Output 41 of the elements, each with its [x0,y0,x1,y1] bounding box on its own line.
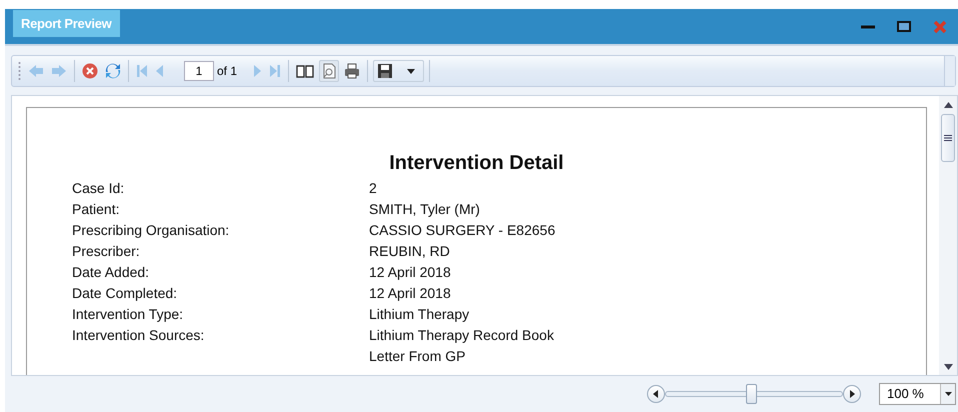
zoom-out-button[interactable] [647,385,665,403]
field-label: Date Completed: [72,284,178,303]
page-count: of 1 [217,64,238,78]
grip-icon [18,62,21,80]
slider-thumb[interactable] [746,384,758,404]
field-label: Prescriber: [72,242,141,261]
left-arrow-icon [653,390,659,398]
field-value: Lithium Therapy Record Book [369,326,554,345]
field-value: SMITH, Tyler (Mr) [369,200,480,219]
page-preview-icon[interactable] [319,60,340,82]
caret-icon [407,68,416,74]
scrollbar-thumb[interactable] [941,114,955,162]
caret-icon[interactable] [944,392,952,396]
window-title: Report Preview [13,10,120,37]
zoom-slider[interactable] [665,384,843,404]
field-label: Patient: [72,200,120,219]
field-label: Case Id: [72,179,126,198]
minimize-icon[interactable] [861,25,875,29]
page-number-field[interactable]: 1 [184,61,214,81]
field-value: 12 April 2018 [369,284,451,303]
field-label: Intervention Sources: [72,326,206,345]
field-label: Date Added: [72,263,150,282]
field-value: 12 April 2018 [369,263,451,282]
field-value: REUBIN, RD [369,242,450,261]
field-value: CASSIO SURGERY - E82656 [369,221,556,240]
save-dropdown-button[interactable] [373,60,424,82]
field-value: Letter From GP [369,347,466,366]
zoom-dropdown[interactable]: 100 % [879,383,956,405]
save-icon [377,63,394,79]
field-value: 2 [369,179,377,198]
scroll-up-icon[interactable] [944,102,952,108]
report-title: Intervention Detail [388,152,565,175]
scroll-down-icon[interactable] [944,364,952,370]
grip-icon [944,135,952,141]
right-arrow-icon [849,390,855,398]
zoom-in-button[interactable] [843,385,861,403]
vertical-scrollbar[interactable] [939,96,957,375]
field-label: Intervention Type: [72,305,184,324]
maximize-icon[interactable] [897,21,911,33]
field-value: Lithium Therapy [369,305,470,324]
field-label: Prescribing Organisation: [72,221,230,240]
